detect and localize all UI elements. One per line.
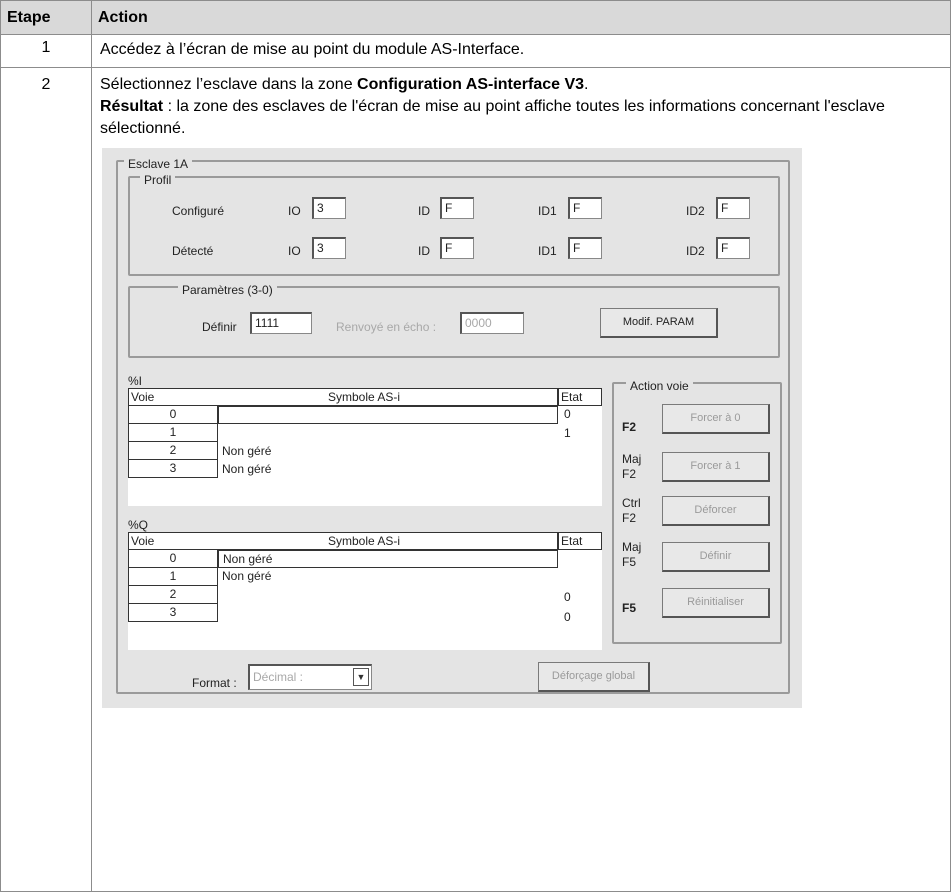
outputs-symbole-0[interactable]: Non géré xyxy=(218,550,558,568)
header-action: Action xyxy=(91,0,951,35)
instruction-line: Sélectionnez l’esclave dans la zone Conf… xyxy=(100,74,942,96)
format-value: Décimal : xyxy=(253,670,304,684)
configure-io-field: 3 xyxy=(312,197,346,219)
io-label: IO xyxy=(288,244,301,258)
id1-label: ID1 xyxy=(538,204,557,218)
outputs-etat-0 xyxy=(560,550,600,568)
inputs-etat-0: 0 xyxy=(564,407,571,421)
outputs-voie-0: 0 xyxy=(128,550,218,568)
id2-label: ID2 xyxy=(686,244,705,258)
result-text: : la zone des esclaves de l'écran de mis… xyxy=(100,98,885,137)
id-label: ID xyxy=(418,244,430,258)
table-row: 1 Accédez à l’écran de mise au point du … xyxy=(0,34,951,68)
slave-group: Esclave 1A Profil Configuré IO 3 ID F ID… xyxy=(116,153,790,694)
outputs-col-etat: Etat xyxy=(558,532,602,550)
format-select[interactable]: Décimal : ▼ xyxy=(248,664,372,690)
instruction-text: Sélectionnez l’esclave dans la zone xyxy=(100,76,358,93)
outputs-symbole-2[interactable] xyxy=(218,587,558,605)
id2-label: ID2 xyxy=(686,204,705,218)
key-ctrl-f2: Ctrl F2 xyxy=(622,496,641,525)
key-f5: F5 xyxy=(622,601,637,615)
step-action: Accédez à l’écran de mise au point du mo… xyxy=(91,34,951,68)
detecte-io-field: 3 xyxy=(312,237,346,259)
deforcer-button[interactable]: Déforcer xyxy=(662,496,770,526)
id-label: ID xyxy=(418,204,430,218)
inputs-symbole-1[interactable] xyxy=(218,424,558,442)
configure-id2-field: F xyxy=(716,197,750,219)
parametres-group: Paramètres (3-0) Définir 1111 Renvoyé en… xyxy=(128,279,780,358)
deforcage-global-button[interactable]: Déforçage global xyxy=(538,662,650,692)
inputs-etat-2 xyxy=(560,443,600,461)
procedure-table: Etape Action 1 Accédez à l’écran de mise… xyxy=(0,0,951,892)
profil-group: Profil Configuré IO 3 ID F ID1 F ID2 F D… xyxy=(128,169,780,276)
chevron-down-icon[interactable]: ▼ xyxy=(353,668,369,686)
id1-label: ID1 xyxy=(538,244,557,258)
profil-title: Profil xyxy=(140,169,176,191)
reinitialiser-button[interactable]: Réinitialiser xyxy=(662,588,770,618)
step-action: Sélectionnez l’esclave dans la zone Conf… xyxy=(91,67,951,892)
instruction-punct: . xyxy=(584,76,589,93)
inputs-voie-0: 0 xyxy=(128,406,218,424)
outputs-table: Voie Symbole AS-i Etat 0 Non géré 1 Non … xyxy=(128,532,602,650)
modif-param-button[interactable]: Modif. PARAM xyxy=(600,308,718,338)
inputs-col-etat: Etat xyxy=(558,388,602,406)
table-row: 2 Sélectionnez l’esclave dans la zone Co… xyxy=(0,67,951,892)
step-number: 2 xyxy=(0,67,92,892)
echo-field: 0000 xyxy=(460,312,524,334)
action-voie-group: Action voie F2 Forcer à 0 Maj F2 Forcer … xyxy=(612,375,782,644)
format-label: Format : xyxy=(192,676,237,690)
echo-label: Renvoyé en écho : xyxy=(336,320,437,334)
parametres-title: Paramètres (3-0) xyxy=(178,279,277,301)
inputs-symbole-0[interactable] xyxy=(218,406,558,424)
key-f2: F2 xyxy=(622,420,637,434)
outputs-etat-2: 0 xyxy=(564,590,571,604)
inputs-voie-3: 3 xyxy=(128,460,218,478)
outputs-voie-1: 1 xyxy=(128,568,218,586)
configure-id1-field: F xyxy=(568,197,602,219)
outputs-etat-1 xyxy=(560,569,600,587)
key-maj-f5: Maj F5 xyxy=(622,540,642,569)
inputs-etat-1: 1 xyxy=(564,426,571,440)
inputs-col-symbole: Symbole AS-i xyxy=(328,390,401,404)
forcer-0-button[interactable]: Forcer à 0 xyxy=(662,404,770,434)
inputs-voie-1: 1 xyxy=(128,424,218,442)
header-step: Etape xyxy=(0,0,92,35)
outputs-etat-3: 0 xyxy=(564,610,571,624)
inputs-symbole-3[interactable]: Non géré xyxy=(218,461,558,479)
result-line: Résultat : la zone des esclaves de l'écr… xyxy=(100,96,942,140)
outputs-col-symbole: Symbole AS-i xyxy=(328,534,401,548)
definir-button[interactable]: Définir xyxy=(662,542,770,572)
slave-debug-screenshot: Esclave 1A Profil Configuré IO 3 ID F ID… xyxy=(102,148,802,708)
outputs-symbole-3[interactable] xyxy=(218,605,558,623)
outputs-voie-2: 2 xyxy=(128,586,218,604)
detecte-id1-field: F xyxy=(568,237,602,259)
detecte-id-field: F xyxy=(440,237,474,259)
configure-id-field: F xyxy=(440,197,474,219)
detecte-id2-field: F xyxy=(716,237,750,259)
detecte-label: Détecté xyxy=(172,244,214,258)
step-number: 1 xyxy=(0,34,92,68)
action-voie-title: Action voie xyxy=(626,375,693,397)
outputs-symbole-1[interactable]: Non géré xyxy=(218,568,558,586)
zone-name: Configuration AS-interface V3 xyxy=(357,76,585,93)
inputs-etat-3 xyxy=(560,461,600,479)
result-label: Résultat xyxy=(100,98,164,115)
key-maj-f2: Maj F2 xyxy=(622,452,642,481)
inputs-symbole-2[interactable]: Non géré xyxy=(218,443,558,461)
inputs-table: Voie Symbole AS-i Etat 0 0 1 1 2 Non gér… xyxy=(128,388,602,506)
definir-field[interactable]: 1111 xyxy=(250,312,312,334)
forcer-1-button[interactable]: Forcer à 1 xyxy=(662,452,770,482)
inputs-voie-2: 2 xyxy=(128,442,218,460)
configure-label: Configuré xyxy=(172,204,225,218)
outputs-voie-3: 3 xyxy=(128,604,218,622)
table-header-row: Etape Action xyxy=(0,0,951,35)
io-label: IO xyxy=(288,204,301,218)
definir-label: Définir xyxy=(202,320,237,334)
